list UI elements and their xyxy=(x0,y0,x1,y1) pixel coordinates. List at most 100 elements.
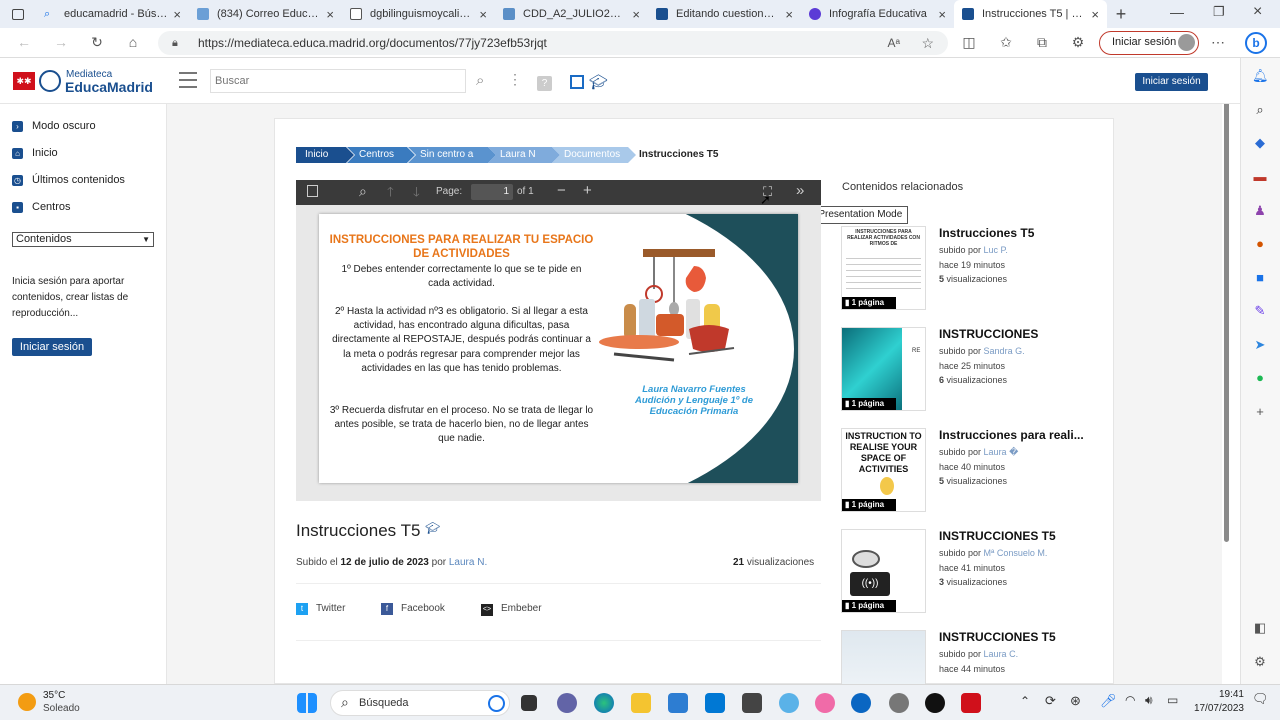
volume-icon[interactable]: 🔊︎ xyxy=(1145,693,1153,708)
find-icon[interactable]: ⌕ xyxy=(359,183,367,200)
related-title[interactable]: INSTRUCCIONES xyxy=(939,327,1099,341)
breadcrumb-centros[interactable]: Centros xyxy=(347,147,415,163)
related-thumbnail[interactable]: ((•)) ▮ 1 página xyxy=(841,529,926,613)
close-icon[interactable]: × xyxy=(173,7,181,22)
new-tab-button[interactable]: + xyxy=(1107,4,1135,25)
restore-button[interactable]: ❐ xyxy=(1213,4,1225,20)
sidebar-item-ultimos[interactable]: ◷ Últimos contenidos xyxy=(12,174,125,186)
sidebar-item-centros[interactable]: ▪ Centros xyxy=(12,201,71,213)
bell-icon[interactable]: 🔔︎ xyxy=(1252,68,1269,84)
breadcrumb-laura[interactable]: Laura N xyxy=(488,147,560,163)
tab-mail[interactable]: (834) Correo EducaMadrid × xyxy=(189,0,342,28)
content-type-select[interactable]: Contenidos ▼ xyxy=(12,232,154,247)
graduation-cap-icon[interactable]: 🎓︎ xyxy=(589,73,608,91)
sidebar-toggle-icon[interactable] xyxy=(307,185,318,197)
madrid-logo-icon[interactable]: ✱✱ xyxy=(13,72,35,90)
favorites-icon[interactable]: ✩ xyxy=(997,34,1015,51)
task-view-icon[interactable] xyxy=(521,695,537,711)
forward-arrow-icon[interactable]: → xyxy=(52,34,70,50)
uploader-link[interactable]: Mª Consuelo M. xyxy=(984,548,1048,558)
sidebar-item-inicio[interactable]: ⌂ Inicio xyxy=(12,147,58,159)
share-twitter[interactable]: t Twitter xyxy=(296,603,345,615)
square-icon[interactable] xyxy=(570,75,584,89)
battery-icon[interactable]: ▭ xyxy=(1167,693,1178,707)
toolbox-icon[interactable]: ▬ xyxy=(1252,169,1268,185)
sidebar-toggle-icon[interactable]: ◧ xyxy=(1252,620,1268,636)
scrollbar-thumb[interactable] xyxy=(1224,72,1229,542)
tab-educamadrid-search[interactable]: ⌕ educamadrid - Búsqueda × xyxy=(36,0,189,28)
profile-login-pill[interactable]: Iniciar sesión xyxy=(1099,31,1199,55)
network-app-icon[interactable]: ⊛ xyxy=(1070,693,1081,709)
back-arrow-icon[interactable]: ← xyxy=(15,34,33,50)
related-item-3[interactable]: INSTRUCTION TO REALISE YOUR SPACE OF ACT… xyxy=(841,428,1101,518)
mail-app-icon[interactable] xyxy=(705,693,725,713)
zoom-in-icon[interactable]: + xyxy=(583,182,592,199)
outlook-icon[interactable]: ■ xyxy=(1252,270,1268,286)
related-title[interactable]: Instrucciones para reali... xyxy=(939,428,1099,442)
clock[interactable]: 19:41 17/07/2023 xyxy=(1190,688,1244,716)
onedrive-icon[interactable] xyxy=(779,693,799,713)
split-screen-icon[interactable]: ◫ xyxy=(960,34,978,51)
close-icon[interactable]: × xyxy=(326,7,334,22)
office-icon[interactable]: ● xyxy=(1252,236,1268,252)
search-icon[interactable]: ⌕ xyxy=(1252,102,1268,118)
windows-start-icon[interactable] xyxy=(297,693,317,713)
calculator-icon[interactable] xyxy=(742,693,762,713)
related-item-4[interactable]: ((•)) ▮ 1 página INSTRUCCIONES T5 subido… xyxy=(841,529,1101,619)
zoom-out-icon[interactable]: − xyxy=(557,182,566,199)
search-icon[interactable]: ⌕ xyxy=(476,72,484,89)
sync-icon[interactable]: ⟳ xyxy=(1045,693,1056,709)
cloud-app-icon[interactable] xyxy=(851,693,871,713)
edge-icon[interactable] xyxy=(594,693,614,713)
uploader-link[interactable]: Luc P. xyxy=(984,245,1008,255)
microphone-icon[interactable]: 🎤︎ xyxy=(1100,693,1117,709)
more-menu-icon[interactable]: ⋯ xyxy=(1209,34,1227,51)
notifications-icon[interactable]: 🗨︎ xyxy=(1252,691,1269,707)
games-icon[interactable]: ♟ xyxy=(1252,203,1268,219)
related-thumbnail[interactable]: INSTRUCTION TO REALISE YOUR SPACE OF ACT… xyxy=(841,428,926,512)
author-link[interactable]: Laura N. xyxy=(449,557,487,568)
read-aloud-icon[interactable]: Aᵃ xyxy=(888,31,900,55)
related-thumbnail[interactable]: INSTRUCCIONES PARA REALIZAR ACTIVIDADES … xyxy=(841,226,926,310)
header-login-button[interactable]: Iniciar sesión xyxy=(1135,73,1208,91)
share-embed[interactable]: <> Embeber xyxy=(481,603,542,616)
close-icon[interactable]: × xyxy=(1091,7,1099,22)
related-item-1[interactable]: INSTRUCCIONES PARA REALIZAR ACTIVIDADES … xyxy=(841,226,1101,316)
tab-instrucciones[interactable]: Instrucciones T5 | Mediateca × xyxy=(954,0,1107,28)
home-icon[interactable]: ⌂ xyxy=(124,34,142,50)
collections-icon[interactable]: ⧉ xyxy=(1033,34,1051,51)
pdf-reader-icon[interactable] xyxy=(961,693,981,713)
page-scrollbar[interactable] xyxy=(1224,72,1229,678)
search-input[interactable] xyxy=(210,69,466,93)
sidebar-login-button[interactable]: Iniciar sesión xyxy=(12,338,92,356)
page-number-input[interactable]: 1 xyxy=(471,184,513,200)
designer-icon[interactable]: ✎ xyxy=(1252,303,1268,319)
store-icon[interactable] xyxy=(668,693,688,713)
reload-icon[interactable]: ↻ xyxy=(88,34,106,51)
add-icon[interactable]: + xyxy=(1252,404,1268,420)
extensions-icon[interactable]: ⚙ xyxy=(1069,34,1087,51)
related-item-2[interactable]: RE ▮ 1 página INSTRUCCIONES subido por S… xyxy=(841,327,1101,417)
next-page-icon[interactable]: 🡓 xyxy=(413,183,420,205)
chevron-up-icon[interactable]: ⌃ xyxy=(1020,694,1030,708)
related-title[interactable]: INSTRUCCIONES T5 xyxy=(939,529,1099,543)
window-menu-icon[interactable] xyxy=(0,0,36,28)
close-icon[interactable]: × xyxy=(785,7,793,22)
close-icon[interactable]: × xyxy=(632,7,640,22)
tab-cdd[interactable]: CDD_A2_JULIO23: Tareas × xyxy=(495,0,648,28)
itunes-icon[interactable] xyxy=(815,693,835,713)
tab-infografia[interactable]: Infografía Educativa × xyxy=(801,0,954,28)
breadcrumb-documentos[interactable]: Documentos xyxy=(552,147,636,163)
settings-icon[interactable]: ⚙ xyxy=(1252,654,1268,670)
related-title[interactable]: Instrucciones T5 xyxy=(939,226,1099,240)
educamadrid-logo-icon[interactable] xyxy=(39,70,61,92)
uploader-link[interactable]: Laura � xyxy=(984,447,1019,457)
previous-page-icon[interactable]: 🡑 xyxy=(387,183,394,205)
copilot-icon[interactable]: b xyxy=(1245,32,1267,54)
teams-chat-icon[interactable] xyxy=(557,693,577,713)
minimize-button[interactable]: — xyxy=(1170,4,1184,20)
more-options-icon[interactable]: ⋮ xyxy=(508,71,522,88)
uploader-link[interactable]: Sandra G. xyxy=(984,346,1025,356)
app-icon[interactable] xyxy=(925,693,945,713)
send-icon[interactable]: ➤ xyxy=(1252,337,1268,353)
